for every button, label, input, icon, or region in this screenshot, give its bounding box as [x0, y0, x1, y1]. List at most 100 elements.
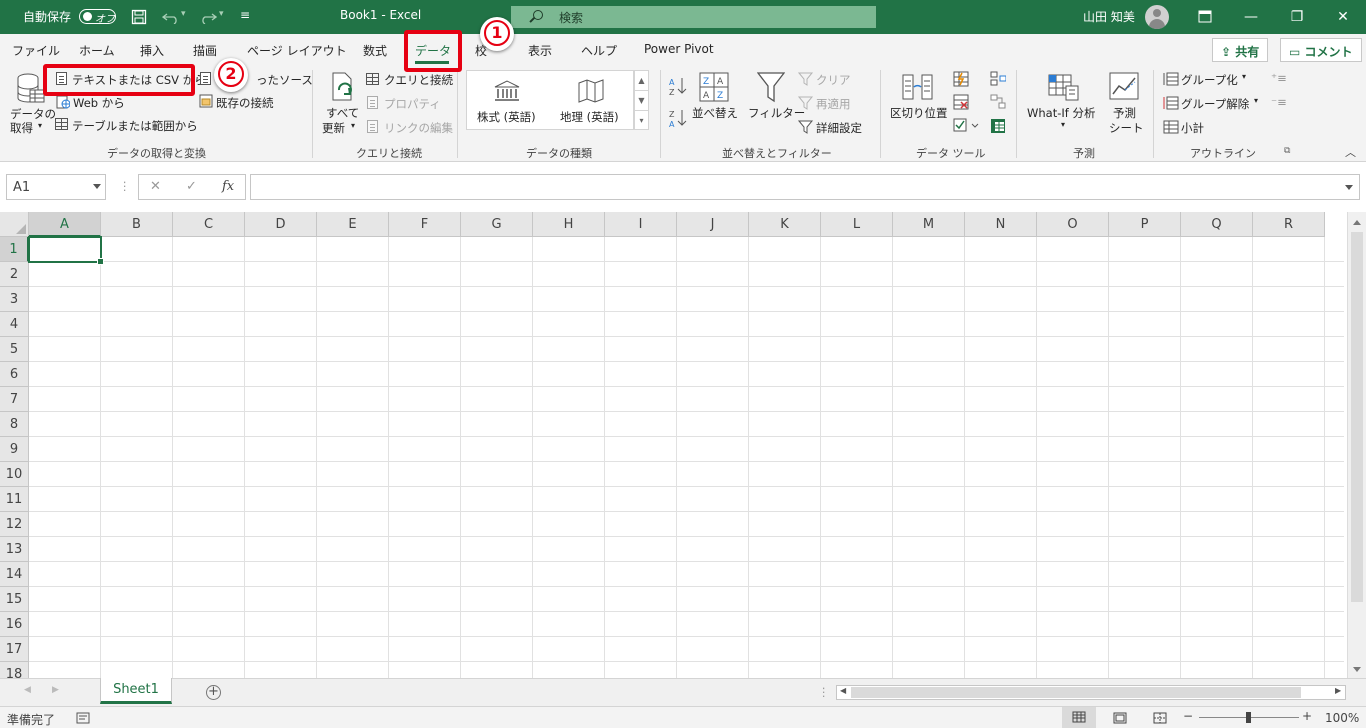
- tab-view[interactable]: 表示: [528, 42, 552, 59]
- accessibility-icon[interactable]: [76, 712, 90, 724]
- horizontal-scroll-thumb[interactable]: [851, 687, 1301, 698]
- column-header-k[interactable]: K: [749, 212, 821, 237]
- tab-splitter-icon[interactable]: ⋮: [818, 685, 830, 699]
- row-header-2[interactable]: 2: [0, 262, 29, 287]
- tab-power-pivot[interactable]: Power Pivot: [644, 42, 714, 56]
- horizontal-scrollbar[interactable]: ◀ ▶: [836, 685, 1346, 700]
- normal-view-button[interactable]: [1062, 707, 1096, 728]
- enter-icon[interactable]: ✓: [186, 179, 197, 194]
- page-break-preview-icon[interactable]: [1153, 712, 1167, 724]
- column-header-f[interactable]: F: [389, 212, 461, 237]
- column-header-l[interactable]: L: [821, 212, 893, 237]
- row-header-15[interactable]: 15: [0, 587, 29, 612]
- active-cell[interactable]: [28, 236, 104, 265]
- gallery-down-icon[interactable]: ▼: [635, 91, 648, 111]
- customize-qat-icon[interactable]: ≡: [240, 8, 250, 22]
- scroll-left-icon[interactable]: ◀: [840, 686, 846, 695]
- row-header-6[interactable]: 6: [0, 362, 29, 387]
- undo-dropdown-icon[interactable]: ▾: [181, 9, 186, 19]
- row-header-1[interactable]: 1: [0, 237, 29, 262]
- select-all-button[interactable]: [0, 212, 29, 237]
- close-button[interactable]: ✕: [1320, 0, 1366, 34]
- row-header-16[interactable]: 16: [0, 612, 29, 637]
- row-header-3[interactable]: 3: [0, 287, 29, 312]
- comment-button[interactable]: ▭ コメント: [1280, 38, 1362, 62]
- data-validation-icon[interactable]: [953, 118, 979, 134]
- zoom-slider-thumb[interactable]: [1246, 712, 1251, 723]
- vertical-scrollbar[interactable]: [1347, 212, 1366, 678]
- row-header-10[interactable]: 10: [0, 462, 29, 487]
- column-header-b[interactable]: B: [101, 212, 173, 237]
- insert-function-icon[interactable]: fx: [222, 179, 234, 194]
- row-header-5[interactable]: 5: [0, 337, 29, 362]
- row-header-14[interactable]: 14: [0, 562, 29, 587]
- expand-formula-bar-icon[interactable]: [1345, 185, 1353, 190]
- row-header-13[interactable]: 13: [0, 537, 29, 562]
- row-header-12[interactable]: 12: [0, 512, 29, 537]
- tab-help[interactable]: ヘルプ: [581, 42, 617, 59]
- column-header-p[interactable]: P: [1109, 212, 1181, 237]
- cancel-icon[interactable]: ✕: [150, 179, 161, 194]
- column-header-j[interactable]: J: [677, 212, 749, 237]
- gallery-more-icon[interactable]: ▾: [635, 111, 648, 131]
- relationships-icon[interactable]: [990, 94, 1006, 110]
- undo-icon[interactable]: [162, 10, 180, 24]
- redo-dropdown-icon[interactable]: ▾: [219, 9, 224, 19]
- tab-draw[interactable]: 描画: [193, 42, 217, 59]
- row-header-18[interactable]: 18: [0, 662, 29, 678]
- hide-detail-icon[interactable]: ⁻≡: [1271, 95, 1287, 109]
- dialog-launcher-icon[interactable]: ⧉: [1284, 146, 1290, 156]
- formula-input[interactable]: [250, 174, 1360, 200]
- save-icon[interactable]: [131, 9, 147, 25]
- restore-button[interactable]: ❐: [1274, 0, 1320, 34]
- tab-formulas[interactable]: 数式: [363, 42, 387, 59]
- zoom-out-icon[interactable]: −: [1183, 709, 1193, 723]
- column-header-i[interactable]: I: [605, 212, 677, 237]
- row-header-8[interactable]: 8: [0, 412, 29, 437]
- sort-descending-icon[interactable]: ZA: [668, 108, 688, 128]
- prev-sheet-icon[interactable]: ◀: [24, 685, 31, 695]
- column-header-o[interactable]: O: [1037, 212, 1109, 237]
- column-header-q[interactable]: Q: [1181, 212, 1253, 237]
- row-header-17[interactable]: 17: [0, 637, 29, 662]
- tab-file[interactable]: ファイル: [12, 42, 60, 59]
- consolidate-icon[interactable]: [990, 71, 1006, 87]
- scroll-down-icon[interactable]: [1353, 667, 1361, 672]
- collapse-ribbon-icon[interactable]: ︿: [1345, 144, 1356, 160]
- column-header-m[interactable]: M: [893, 212, 965, 237]
- scroll-up-icon[interactable]: [1353, 220, 1361, 225]
- column-header-h[interactable]: H: [533, 212, 605, 237]
- row-header-7[interactable]: 7: [0, 387, 29, 412]
- vertical-scroll-thumb[interactable]: [1351, 232, 1363, 602]
- sort-ascending-icon[interactable]: AZ: [668, 76, 688, 96]
- column-header-n[interactable]: N: [965, 212, 1037, 237]
- tab-insert[interactable]: 挿入: [140, 42, 164, 59]
- avatar[interactable]: [1145, 5, 1169, 29]
- gallery-scroll[interactable]: ▲ ▼ ▾: [634, 70, 649, 130]
- column-header-a[interactable]: A: [29, 212, 101, 237]
- row-header-11[interactable]: 11: [0, 487, 29, 512]
- data-model-icon[interactable]: [990, 118, 1006, 134]
- scroll-right-icon[interactable]: ▶: [1335, 686, 1341, 695]
- row-header-9[interactable]: 9: [0, 437, 29, 462]
- zoom-level[interactable]: 100%: [1325, 711, 1359, 725]
- name-box[interactable]: A1: [6, 174, 106, 200]
- gallery-up-icon[interactable]: ▲: [635, 71, 648, 91]
- sheet-tab[interactable]: Sheet1: [100, 678, 172, 704]
- ribbon-display-options-icon[interactable]: [1198, 10, 1212, 23]
- search-box[interactable]: 検索: [511, 6, 876, 28]
- show-detail-icon[interactable]: ⁺≡: [1271, 71, 1287, 85]
- column-header-d[interactable]: D: [245, 212, 317, 237]
- tab-page-layout[interactable]: ページ レイアウト: [247, 42, 347, 59]
- column-header-e[interactable]: E: [317, 212, 389, 237]
- share-button[interactable]: ⇪ 共有: [1212, 38, 1269, 62]
- next-sheet-icon[interactable]: ▶: [52, 685, 59, 695]
- column-header-c[interactable]: C: [173, 212, 245, 237]
- zoom-in-icon[interactable]: +: [1302, 709, 1312, 723]
- row-header-4[interactable]: 4: [0, 312, 29, 337]
- remove-duplicates-icon[interactable]: [953, 94, 969, 110]
- tab-home[interactable]: ホーム: [79, 42, 115, 59]
- column-header-r[interactable]: R: [1253, 212, 1325, 237]
- column-header-g[interactable]: G: [461, 212, 533, 237]
- minimize-button[interactable]: —: [1228, 0, 1274, 34]
